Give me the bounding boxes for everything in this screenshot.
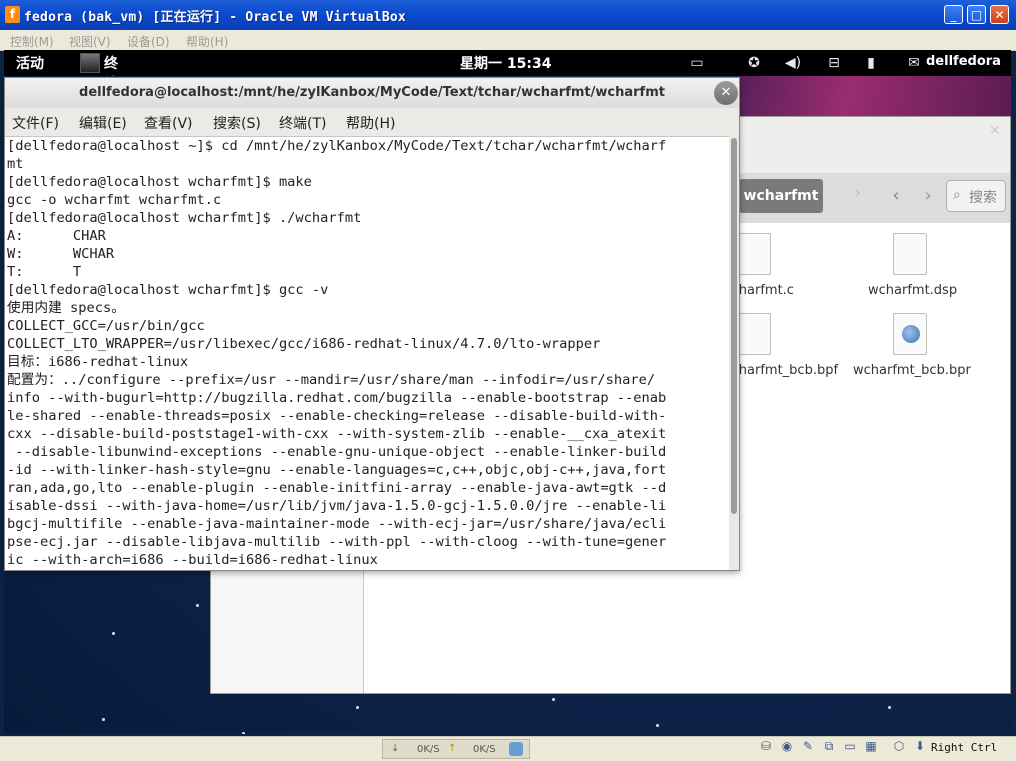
terminal-titlebar[interactable]: dellfedora@localhost:/mnt/he/zylKanbox/M… <box>5 78 739 108</box>
star-decoration <box>242 732 245 734</box>
upload-arrow-icon: ↑ <box>448 743 457 754</box>
star-decoration <box>112 632 115 635</box>
hard-disk-icon[interactable]: ⛁ <box>758 738 774 754</box>
terminal-menubar: 文件(F) 编辑(E) 查看(V) 搜索(S) 终端(T) 帮助(H) <box>5 108 739 137</box>
capture-icon[interactable]: ▦ <box>863 738 879 754</box>
search-icon: ⌕ <box>953 187 961 203</box>
network-icon[interactable]: ⊟ <box>825 54 843 72</box>
text-file-icon <box>737 233 771 275</box>
path-next-icon[interactable]: › <box>855 185 861 201</box>
virtualbox-logo-icon: f <box>5 6 20 23</box>
window-title: fedora (bak_vm) [正在运行] - Oracle VM Virtu… <box>24 10 406 25</box>
display-icon[interactable]: ▭ <box>688 54 706 72</box>
host-key-label: Right Ctrl <box>931 741 998 754</box>
menu-edit[interactable]: 编辑(E) <box>79 113 127 133</box>
file-name: wcharfmt_bcb.bpr <box>853 363 971 378</box>
upload-rate: 0K/S <box>473 744 496 755</box>
file-name: wcharfmt.dsp <box>868 283 958 298</box>
back-icon[interactable]: ‹ <box>879 181 913 211</box>
menu-view[interactable]: 视图(V) <box>69 33 111 50</box>
star-decoration <box>196 604 199 607</box>
menu-search[interactable]: 搜索(S) <box>213 113 261 133</box>
user-menu[interactable]: dellfedora <box>926 54 1001 69</box>
wallpaper-flare <box>740 76 1011 116</box>
clock[interactable]: 星期一 15:34 <box>460 53 551 73</box>
mouse-integration-icon[interactable]: ⬇ <box>912 738 928 754</box>
text-file-icon <box>737 313 771 355</box>
globe-icon <box>902 325 920 343</box>
optical-drive-icon[interactable]: ◉ <box>779 738 795 754</box>
terminal-output[interactable]: [dellfedora@localhost ~]$ cd /mnt/he/zyl… <box>7 137 729 571</box>
volume-icon[interactable]: ◀) <box>784 54 802 72</box>
web-file-icon <box>893 313 927 355</box>
terminal-close-icon[interactable]: ✕ <box>714 81 738 105</box>
star-decoration <box>356 706 359 709</box>
menu-help[interactable]: 帮助(H) <box>346 113 395 133</box>
network-adapter-icon[interactable]: ⧉ <box>821 738 837 754</box>
menu-terminal[interactable]: 终端(T) <box>279 113 326 133</box>
menu-file[interactable]: 文件(F) <box>12 113 59 133</box>
vbox-menubar: 控制(M) 视图(V) 设备(D) 帮助(H) <box>0 30 1016 51</box>
menu-view[interactable]: 查看(V) <box>144 113 193 133</box>
menu-help[interactable]: 帮助(H) <box>186 33 228 50</box>
menu-devices[interactable]: 设备(D) <box>127 33 170 50</box>
star-decoration <box>102 718 105 721</box>
file-item[interactable]: wcharfmt.dsp <box>863 233 973 298</box>
usb-icon[interactable]: ✎ <box>800 738 816 754</box>
activities-button[interactable]: 活动 <box>16 53 44 73</box>
terminal-scrollbar[interactable] <box>729 136 739 570</box>
scrollbar-thumb[interactable] <box>731 138 737 514</box>
star-decoration <box>888 706 891 709</box>
shared-folders-icon[interactable]: ▭ <box>842 738 858 754</box>
download-rate: 0K/S <box>417 744 440 755</box>
download-arrow-icon: ↓ <box>391 743 400 754</box>
vbox-titlebar[interactable]: f fedora (bak_vm) [正在运行] - Oracle VM Vir… <box>0 0 1016 30</box>
star-decoration <box>552 698 555 701</box>
text-file-icon <box>893 233 927 275</box>
star-decoration <box>656 724 659 727</box>
network-activity: ↓ 0K/S ↑ 0K/S <box>382 739 530 759</box>
maximize-button[interactable]: □ <box>967 5 986 24</box>
chat-icon[interactable]: ✉ <box>905 54 923 72</box>
accessibility-icon[interactable]: ✪ <box>745 54 763 72</box>
close-button[interactable]: ✕ <box>990 5 1009 24</box>
file-item[interactable]: wcharfmt.c <box>721 233 821 298</box>
file-manager-close-icon[interactable]: ✕ <box>989 123 1001 139</box>
terminal-title: dellfedora@localhost:/mnt/he/zylKanbox/M… <box>79 85 665 100</box>
search-label: 搜索 <box>969 190 997 206</box>
terminal-window[interactable]: dellfedora@localhost:/mnt/he/zylKanbox/M… <box>4 77 740 571</box>
terminal-app-icon <box>80 53 100 73</box>
search-button[interactable]: ⌕ 搜索 <box>946 180 1006 212</box>
minimize-button[interactable]: _ <box>944 5 963 24</box>
gnome-top-bar: 活动 终端 星期一 15:34 ▭ ✪ ◀) ⊟ ▮ ✉ dellfedora <box>4 50 1011 92</box>
battery-icon[interactable]: ▮ <box>862 54 880 72</box>
file-item[interactable]: wcharfmt_bcb.bpr <box>851 313 981 378</box>
menu-machine[interactable]: 控制(M) <box>10 33 54 50</box>
file-item[interactable]: wcharfmt_bcb.bpf <box>721 313 841 378</box>
network-status-icon <box>509 742 523 756</box>
forward-icon[interactable]: › <box>915 181 941 211</box>
path-bar-button[interactable]: wcharfmt <box>739 179 823 213</box>
virtualization-icon[interactable]: ⬡ <box>891 738 907 754</box>
